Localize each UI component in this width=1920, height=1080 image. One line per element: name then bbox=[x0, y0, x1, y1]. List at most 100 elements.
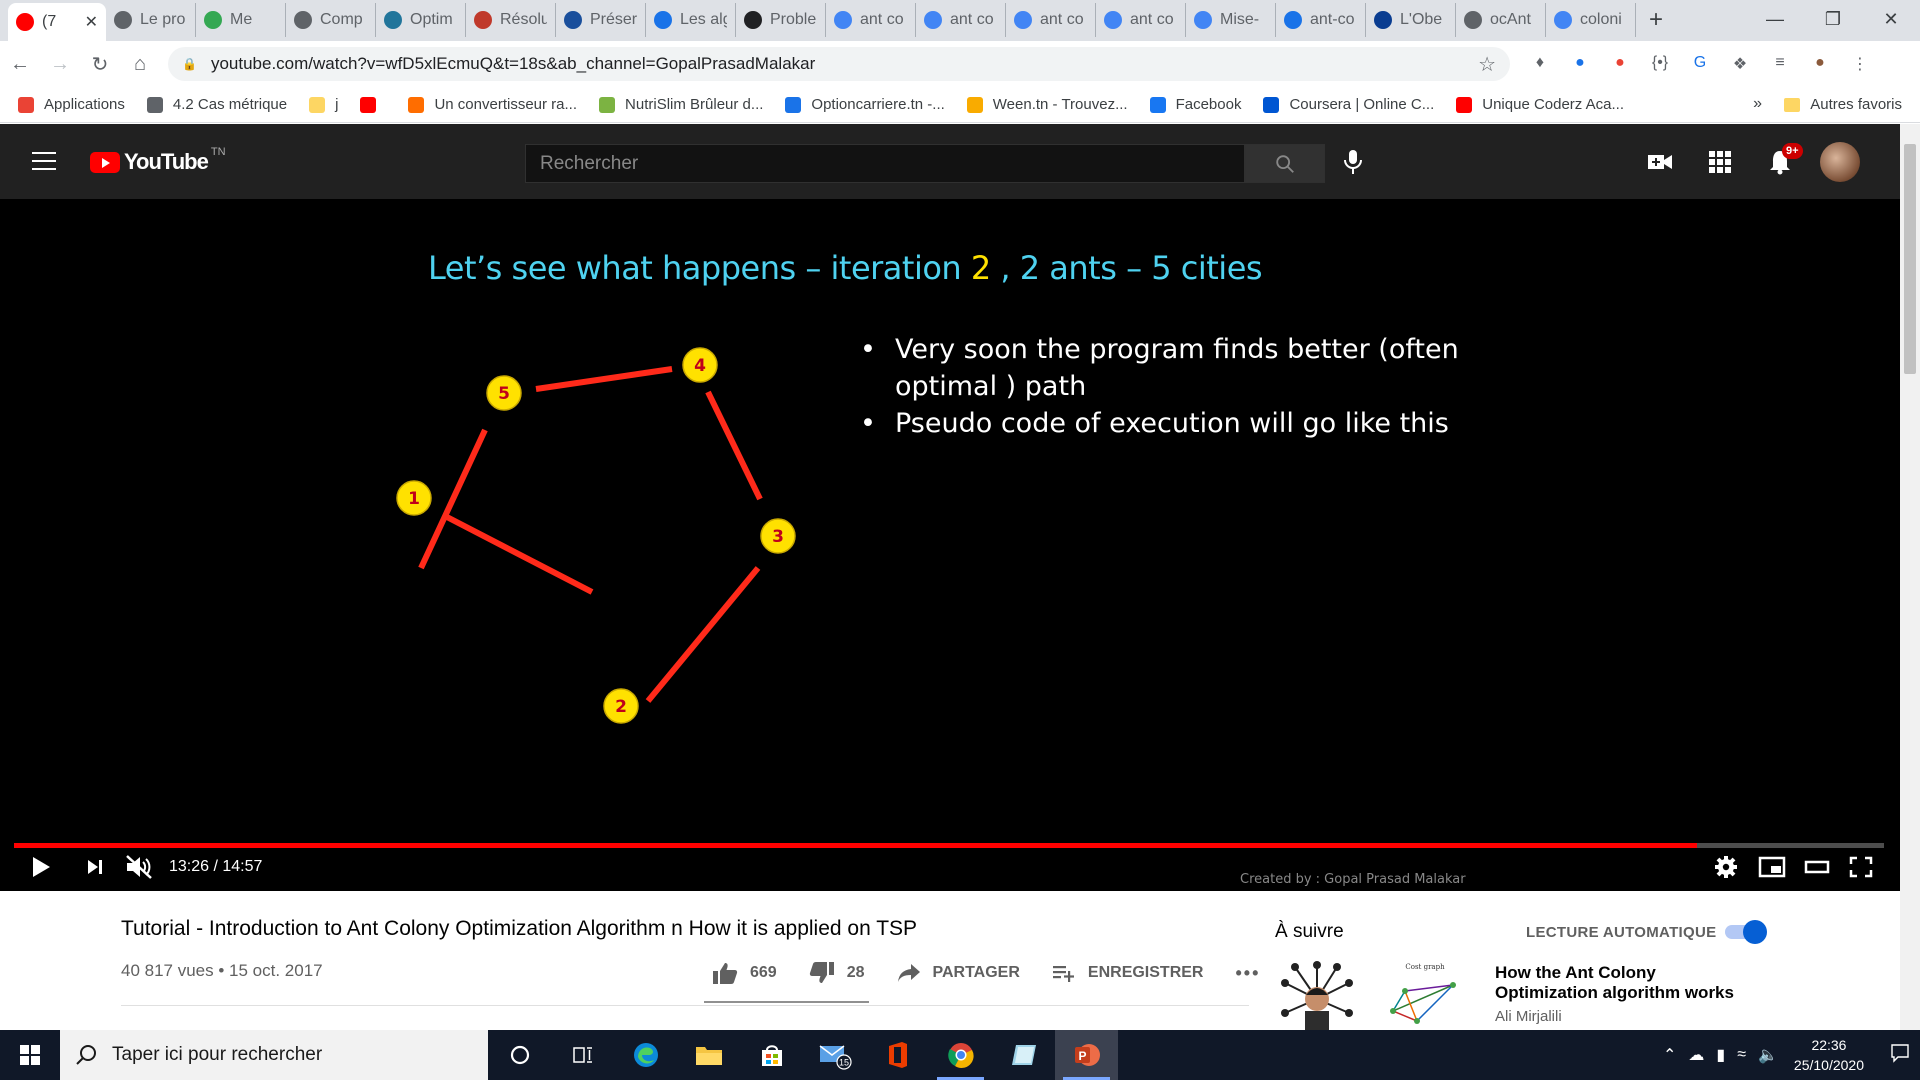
task-view-button[interactable] bbox=[551, 1030, 614, 1080]
back-icon[interactable]: ← bbox=[0, 53, 40, 76]
browser-tab[interactable]: Me bbox=[196, 3, 286, 37]
like-button[interactable]: 669 bbox=[712, 961, 777, 985]
browser-tab[interactable]: ant co bbox=[826, 3, 916, 37]
taskbar-powerpoint[interactable]: P bbox=[1055, 1030, 1118, 1080]
browser-tab[interactable]: Le pro bbox=[106, 3, 196, 37]
lock-icon[interactable]: 🔒 bbox=[182, 57, 197, 71]
speaker-icon[interactable]: 🔈 bbox=[1758, 1045, 1778, 1065]
browser-tab[interactable]: ant co bbox=[916, 3, 1006, 37]
chrome-menu-icon[interactable]: ⋮ bbox=[1840, 54, 1880, 74]
bookmark-item[interactable]: j bbox=[309, 96, 338, 113]
more-actions-button[interactable]: ••• bbox=[1235, 963, 1260, 984]
graph-edge bbox=[443, 513, 594, 595]
bookmark-item[interactable]: 4.2 Cas métrique bbox=[146, 96, 287, 113]
theater-mode-button[interactable] bbox=[1803, 854, 1831, 885]
mute-button[interactable] bbox=[124, 854, 154, 885]
action-center-button[interactable] bbox=[1880, 1043, 1920, 1068]
browser-tab[interactable]: coloni bbox=[1546, 3, 1636, 37]
bookmarks-overflow-button[interactable]: » bbox=[1753, 95, 1762, 113]
recommended-title[interactable]: How the Ant Colony Optimization algorith… bbox=[1495, 963, 1755, 1003]
media-control-icon[interactable]: ≡ bbox=[1760, 54, 1800, 74]
browser-tab[interactable]: ant-co bbox=[1276, 3, 1366, 37]
browser-tab[interactable]: Préser bbox=[556, 3, 646, 37]
taskbar-file-explorer[interactable] bbox=[677, 1030, 740, 1080]
taskbar-chrome[interactable] bbox=[929, 1030, 992, 1080]
cortana-button[interactable] bbox=[488, 1030, 551, 1080]
browser-tab[interactable]: L'Obe bbox=[1366, 3, 1456, 37]
bookmark-star-icon[interactable]: ☆ bbox=[1478, 52, 1496, 77]
bookmark-item[interactable] bbox=[360, 96, 386, 113]
wifi-icon[interactable]: ≈ bbox=[1737, 1046, 1746, 1064]
browser-tab[interactable]: ant co bbox=[1006, 3, 1096, 37]
browser-tab[interactable]: Proble bbox=[736, 3, 826, 37]
browser-tab[interactable]: Comp bbox=[286, 3, 376, 37]
recommended-thumbnail[interactable]: Cost graph bbox=[1275, 961, 1463, 1030]
account-button[interactable] bbox=[1810, 142, 1870, 182]
address-bar[interactable]: 🔒 youtube.com/watch?v=wfD5xlEcmuQ&t=18s&… bbox=[168, 47, 1510, 81]
taskbar-notes[interactable] bbox=[992, 1030, 1055, 1080]
bookmark-item[interactable]: Optioncarriere.tn -... bbox=[785, 96, 945, 113]
taskbar-edge[interactable] bbox=[614, 1030, 677, 1080]
page-scrollbar[interactable] bbox=[1900, 124, 1920, 1030]
search-input[interactable] bbox=[525, 144, 1245, 183]
onedrive-icon[interactable]: ☁ bbox=[1688, 1045, 1704, 1065]
apps-button[interactable] bbox=[1690, 151, 1750, 173]
browser-tab[interactable]: (7 ✕ bbox=[8, 3, 106, 41]
show-hidden-icons-icon[interactable]: ⌃ bbox=[1663, 1045, 1676, 1065]
extension-tag-icon[interactable]: ♦ bbox=[1520, 54, 1560, 74]
browser-tab[interactable]: Résolu bbox=[466, 3, 556, 37]
browser-tab[interactable]: ant co bbox=[1096, 3, 1186, 37]
autoplay-toggle[interactable] bbox=[1725, 920, 1767, 944]
extension-red-icon[interactable]: ● bbox=[1600, 54, 1640, 74]
next-button[interactable] bbox=[84, 854, 106, 885]
clock[interactable]: 22:36 25/10/2020 bbox=[1794, 1035, 1864, 1075]
recommended-channel[interactable]: Ali Mirjalili bbox=[1495, 1008, 1562, 1025]
fullscreen-button[interactable] bbox=[1847, 854, 1875, 885]
new-tab-button[interactable]: + bbox=[1636, 6, 1676, 34]
bookmark-item[interactable]: Unique Coderz Aca... bbox=[1456, 96, 1624, 113]
profile-avatar-icon[interactable]: ● bbox=[1800, 54, 1840, 74]
puzzle-icon[interactable]: ❖ bbox=[1720, 54, 1760, 74]
settings-button[interactable] bbox=[1713, 854, 1739, 885]
start-button[interactable] bbox=[0, 1030, 60, 1080]
bookmark-item[interactable]: Applications bbox=[18, 96, 125, 113]
save-button[interactable]: ENREGISTRER bbox=[1052, 962, 1203, 984]
bookmark-item[interactable]: NutriSlim Brûleur d... bbox=[599, 96, 763, 113]
home-icon[interactable]: ⌂ bbox=[120, 53, 160, 76]
miniplayer-button[interactable] bbox=[1758, 854, 1786, 885]
reload-icon[interactable]: ↻ bbox=[80, 52, 120, 77]
youtube-logo[interactable]: YouTube TN bbox=[90, 146, 226, 175]
video-player[interactable]: Let’s see what happens – iteration 2 , 2… bbox=[0, 199, 1900, 891]
create-video-button[interactable] bbox=[1630, 152, 1690, 172]
browser-tab[interactable]: Optim bbox=[376, 3, 466, 37]
extension-search-icon[interactable]: ● bbox=[1560, 54, 1600, 74]
close-tab-icon[interactable]: ✕ bbox=[85, 12, 98, 32]
play-button[interactable] bbox=[30, 854, 52, 885]
scrollbar-thumb[interactable] bbox=[1904, 144, 1916, 374]
maximize-icon[interactable]: ❐ bbox=[1804, 0, 1862, 40]
taskbar-mail[interactable]: 15 bbox=[803, 1030, 866, 1080]
voice-search-button[interactable] bbox=[1343, 149, 1363, 180]
translate-icon[interactable]: G bbox=[1680, 54, 1720, 74]
close-window-icon[interactable]: ✕ bbox=[1862, 0, 1920, 40]
search-button[interactable] bbox=[1245, 144, 1325, 183]
taskbar-search[interactable]: Taper ici pour rechercher bbox=[60, 1030, 488, 1080]
bookmark-item[interactable]: Facebook bbox=[1149, 96, 1241, 113]
share-button[interactable]: PARTAGER bbox=[897, 962, 1020, 984]
browser-tab[interactable]: ocAnt bbox=[1456, 3, 1546, 37]
taskbar-office[interactable] bbox=[866, 1030, 929, 1080]
extension-json-icon[interactable]: {•} bbox=[1640, 54, 1680, 74]
bookmark-item[interactable]: Un convertisseur ra... bbox=[408, 96, 577, 113]
bookmark-item[interactable]: Ween.tn - Trouvez... bbox=[966, 96, 1128, 113]
notifications-button[interactable]: 9+ bbox=[1750, 143, 1810, 175]
bookmark-item[interactable]: Coursera | Online C... bbox=[1263, 96, 1434, 113]
minimize-icon[interactable]: — bbox=[1746, 0, 1804, 40]
battery-icon[interactable]: ▮ bbox=[1716, 1045, 1725, 1065]
browser-tab[interactable]: Les alg bbox=[646, 3, 736, 37]
dislike-button[interactable]: 28 bbox=[809, 961, 865, 985]
taskbar-store[interactable] bbox=[740, 1030, 803, 1080]
other-bookmarks-folder[interactable]: Autres favoris bbox=[1784, 96, 1902, 113]
menu-icon[interactable] bbox=[32, 152, 56, 170]
browser-tab[interactable]: Mise- bbox=[1186, 3, 1276, 37]
forward-icon[interactable]: → bbox=[40, 53, 80, 76]
